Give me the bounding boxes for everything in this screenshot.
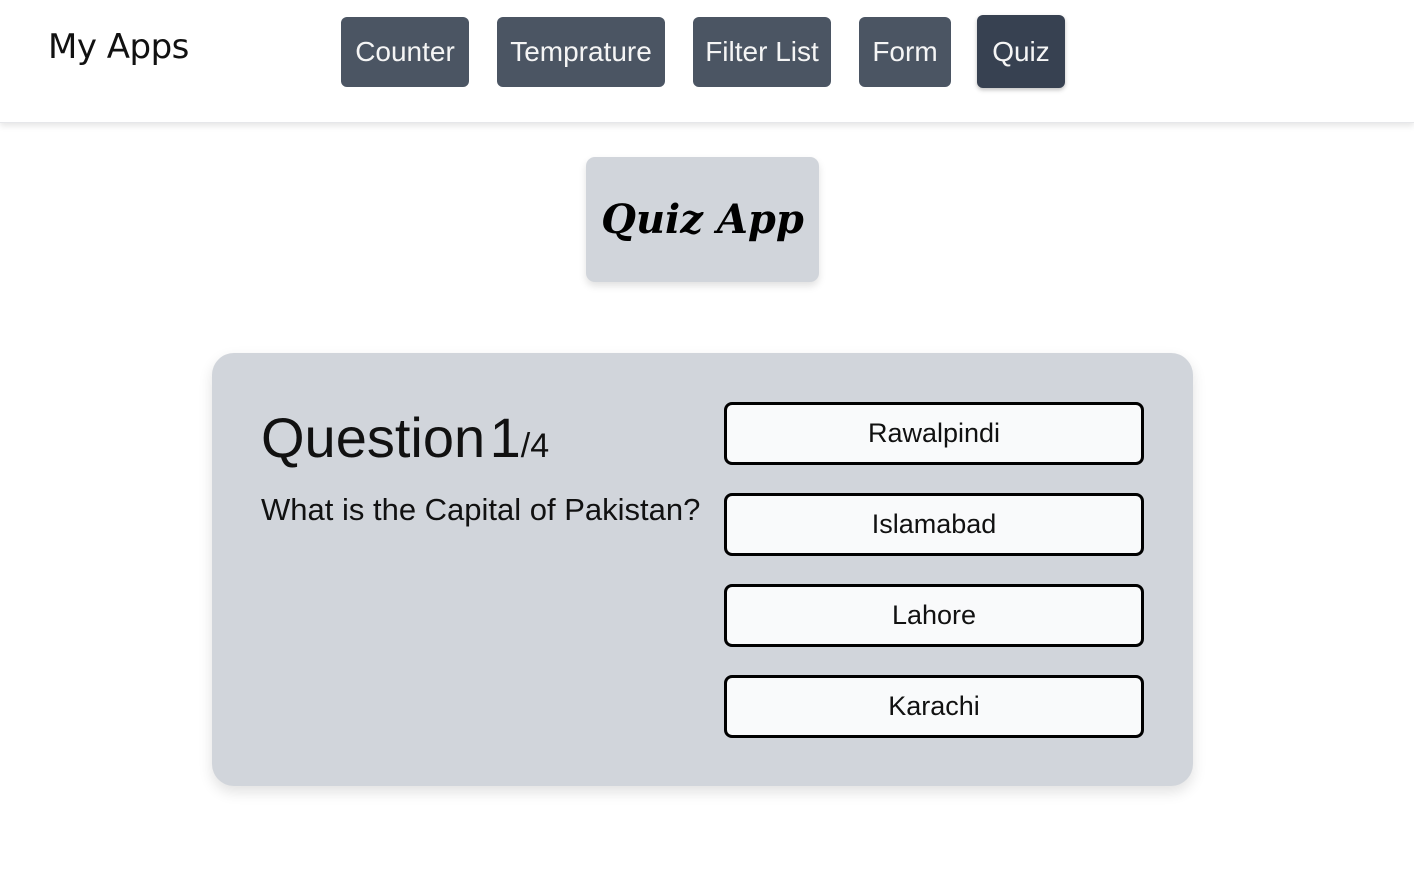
question-label: Question <box>261 406 486 469</box>
app-title: Quiz App <box>601 196 804 243</box>
question-heading: Question 1/4 <box>261 405 549 470</box>
answer-button-islamabad[interactable]: Islamabad <box>724 493 1144 556</box>
nav-button-quiz[interactable]: Quiz <box>977 15 1065 88</box>
answer-button-rawalpindi[interactable]: Rawalpindi <box>724 402 1144 465</box>
question-total-count: /4 <box>520 427 550 465</box>
app-title-card: Quiz App <box>586 157 819 282</box>
nav-button-temprature[interactable]: Temprature <box>497 17 665 87</box>
answer-button-lahore[interactable]: Lahore <box>724 584 1144 647</box>
nav-button-counter[interactable]: Counter <box>341 17 469 87</box>
nav-button-filter-list[interactable]: Filter List <box>693 17 831 87</box>
brand-logo-text: My Apps <box>48 27 189 67</box>
question-current-number: 1 <box>489 406 521 469</box>
answer-button-karachi[interactable]: Karachi <box>724 675 1144 738</box>
top-navbar: My Apps Counter Temprature Filter List F… <box>0 0 1414 123</box>
question-text: What is the Capital of Pakistan? <box>261 492 701 527</box>
nav-button-form[interactable]: Form <box>859 17 951 87</box>
quiz-card: Question 1/4 What is the Capital of Paki… <box>212 353 1193 786</box>
